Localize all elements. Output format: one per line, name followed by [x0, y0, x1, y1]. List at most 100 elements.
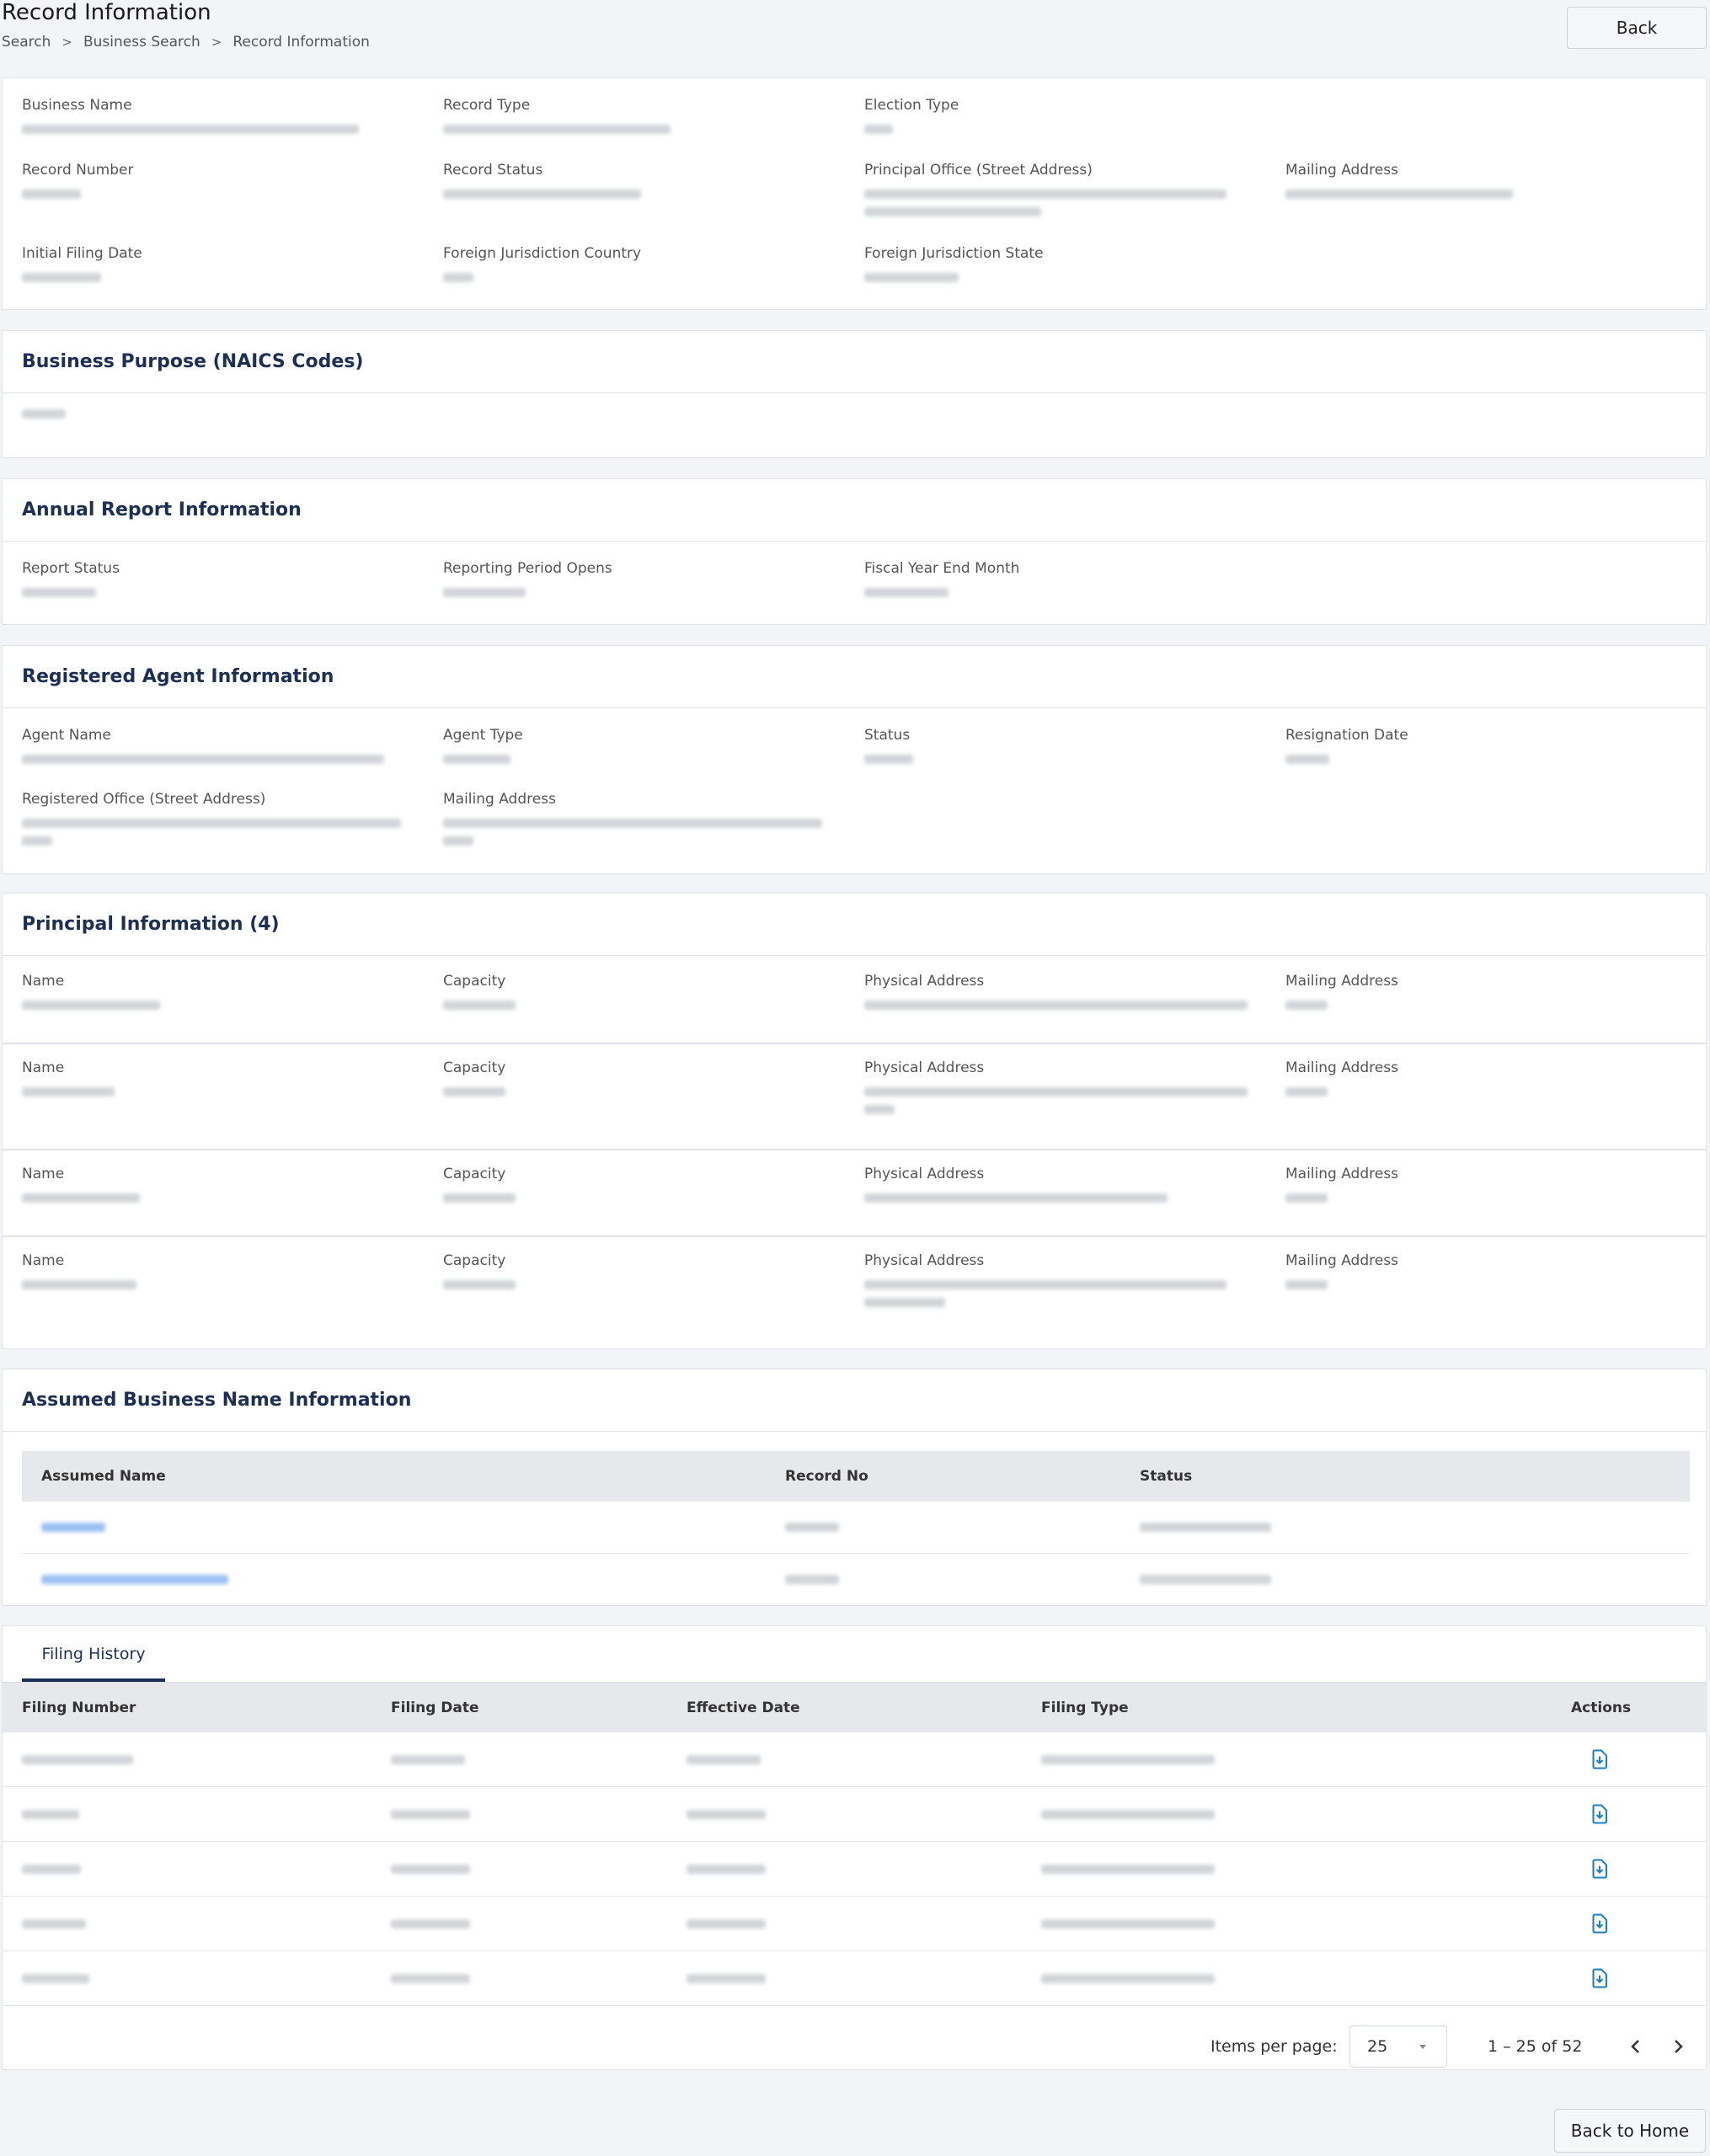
download-document-icon[interactable] [1590, 1913, 1609, 1934]
principal-mailing-address-label: Mailing Address [1285, 1166, 1398, 1182]
registered-agent-card: Registered Agent Information Agent Name … [2, 645, 1707, 874]
resignation-date-value [1285, 755, 1329, 764]
mailing-address-value [1285, 189, 1513, 199]
principal-capacity-value [443, 1193, 516, 1203]
principal-physical-address-value [864, 1001, 1248, 1010]
back-button[interactable]: Back [1567, 7, 1707, 49]
principal-name-value [22, 1193, 140, 1203]
breadcrumb: Search > Business Search > Record Inform… [2, 34, 370, 51]
record-type-label: Record Type [443, 97, 531, 114]
principal-office-value-line2 [864, 207, 1041, 216]
principal-capacity-field: Capacity [443, 1166, 516, 1203]
column-assumed-name: Assumed Name [41, 1468, 166, 1485]
items-per-page-select[interactable]: 25 [1349, 2025, 1447, 2068]
assumed-business-name-card: Assumed Business Name Information Assume… [2, 1369, 1707, 1606]
principal-physical-address-field: Physical Address [864, 1252, 1226, 1307]
column-filing-type: Filing Type [1041, 1700, 1129, 1716]
filing-row [3, 1842, 1706, 1897]
chevron-left-icon [1631, 2040, 1639, 2053]
filing-type-value [1041, 1974, 1215, 1983]
business-name-value [22, 125, 359, 134]
principal-capacity-label: Capacity [443, 1252, 506, 1269]
breadcrumb-business-search[interactable]: Business Search [83, 34, 200, 51]
effective-date-value [687, 1919, 766, 1929]
record-status-field: Record Status [443, 162, 641, 199]
breadcrumb-search[interactable]: Search [2, 34, 51, 51]
filing-type-value [1041, 1810, 1215, 1819]
election-type-value [864, 125, 893, 134]
assumed-status-value [1140, 1523, 1271, 1532]
principal-capacity-value [443, 1087, 505, 1097]
principal-physical-address-label: Physical Address [864, 1059, 985, 1076]
reporting-period-label: Reporting Period Opens [443, 560, 612, 577]
items-per-page-label: Items per page: [1210, 2037, 1338, 2056]
filing-type-value [1041, 1865, 1215, 1874]
next-page-button[interactable] [1665, 2034, 1691, 2059]
record-number-value [22, 189, 81, 199]
record-type-value [443, 125, 671, 134]
foreign-state-value [864, 273, 959, 282]
principal-mailing-address-field: Mailing Address [1285, 1252, 1398, 1289]
filing-row [3, 1897, 1706, 1951]
registered-agent-title: Registered Agent Information [3, 646, 1706, 708]
assumed-name-link[interactable] [41, 1523, 105, 1532]
agent-status-value [864, 755, 913, 764]
effective-date-value [687, 1865, 766, 1874]
principal-information-card: Principal Information (4) Name Capacity … [2, 893, 1707, 1349]
principal-name-label: Name [22, 1059, 65, 1076]
principal-physical-address-field: Physical Address [864, 1059, 1248, 1114]
registered-office-field: Registered Office (Street Address) [22, 791, 401, 846]
filing-number-value [22, 1865, 81, 1874]
foreign-country-value [443, 273, 473, 282]
filing-row [3, 1732, 1706, 1787]
registered-office-value-line2 [22, 836, 52, 846]
column-filing-number: Filing Number [22, 1700, 136, 1716]
record-status-value [443, 189, 641, 199]
record-summary-card: Business Name Record Type Election Type … [2, 77, 1707, 310]
fiscal-year-label: Fiscal Year End Month [864, 560, 1020, 577]
report-status-label: Report Status [22, 560, 120, 577]
filing-date-value [391, 1974, 470, 1983]
assumed-business-name-title: Assumed Business Name Information [3, 1369, 1706, 1432]
principal-capacity-field: Capacity [443, 973, 516, 1010]
record-type-field: Record Type [443, 97, 671, 134]
principal-name-value [22, 1087, 115, 1097]
download-document-icon[interactable] [1590, 1859, 1609, 1879]
download-document-icon[interactable] [1590, 1968, 1609, 1988]
filing-date-value [391, 1865, 470, 1874]
filing-type-value [1041, 1919, 1215, 1929]
tab-filing-history[interactable]: Filing History [22, 1626, 165, 1682]
download-document-icon[interactable] [1590, 1804, 1609, 1824]
principal-capacity-field: Capacity [443, 1059, 505, 1097]
record-number-label: Record Number [22, 162, 134, 179]
pagination-range: 1 – 25 of 52 [1488, 2037, 1583, 2056]
business-purpose-card: Business Purpose (NAICS Codes) [2, 330, 1707, 458]
fiscal-year-field: Fiscal Year End Month [864, 560, 1019, 597]
initial-filing-date-value [22, 273, 101, 282]
principal-physical-address-label: Physical Address [864, 973, 985, 990]
principal-capacity-value [443, 1280, 516, 1289]
filing-date-value [391, 1919, 470, 1929]
agent-mailing-address-label: Mailing Address [443, 791, 556, 808]
fiscal-year-value [864, 588, 949, 597]
assumed-names-table-header: Assumed Name Record No Status [22, 1451, 1690, 1502]
filing-date-value [391, 1755, 465, 1764]
principal-mailing-address-label: Mailing Address [1285, 1059, 1398, 1076]
principal-name-field: Name [22, 1166, 140, 1203]
agent-status-label: Status [864, 727, 911, 744]
previous-page-button[interactable] [1623, 2034, 1649, 2059]
effective-date-value [687, 1755, 761, 1764]
registered-office-label: Registered Office (Street Address) [22, 791, 266, 808]
mailing-address-label: Mailing Address [1285, 162, 1398, 179]
assumed-name-link[interactable] [41, 1575, 228, 1584]
naics-codes-field [22, 409, 66, 419]
download-document-icon[interactable] [1590, 1749, 1609, 1769]
record-status-label: Record Status [443, 162, 543, 179]
back-to-home-button[interactable]: Back to Home [1554, 2109, 1706, 2153]
principal-office-label: Principal Office (Street Address) [864, 162, 1093, 179]
annual-report-card: Annual Report Information Report Status … [2, 478, 1707, 625]
principal-name-field: Name [22, 1059, 115, 1097]
principal-mailing-address-label: Mailing Address [1285, 1252, 1398, 1269]
page-title: Record Information [2, 0, 211, 25]
mailing-address-field: Mailing Address [1285, 162, 1513, 199]
